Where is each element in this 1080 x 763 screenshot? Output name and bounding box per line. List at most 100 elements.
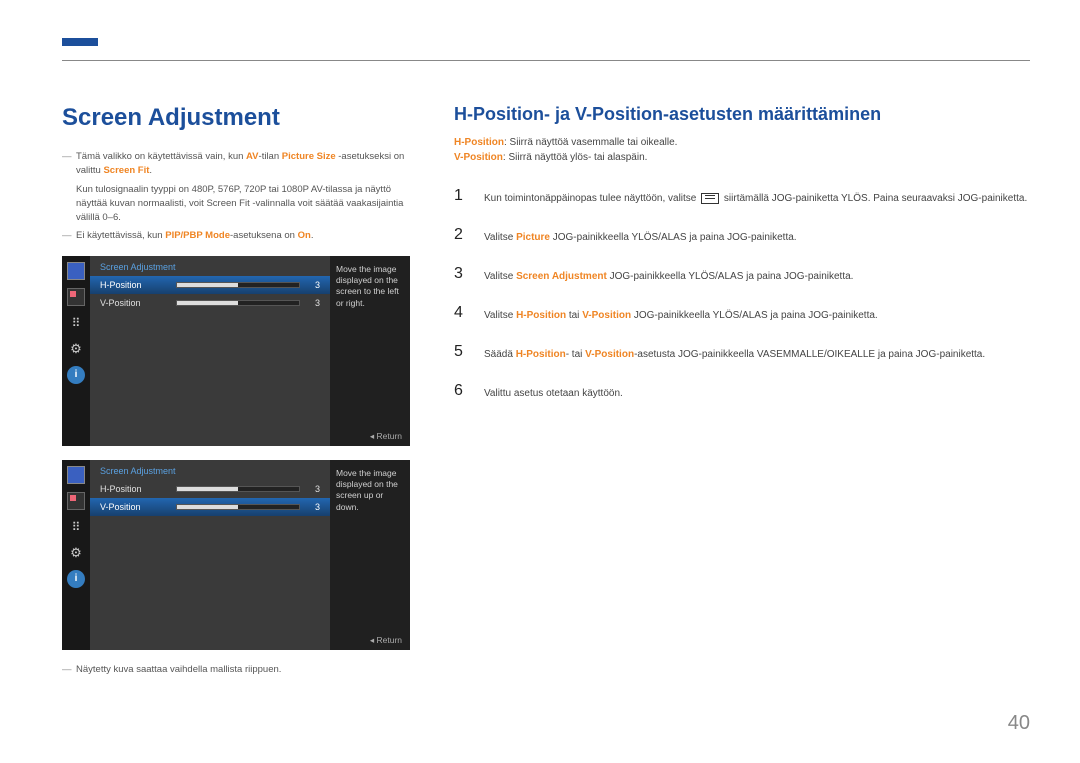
- step-row: 3 Valitse Screen Adjustment JOG-painikkee…: [454, 255, 1030, 294]
- t: Valitse: [484, 232, 516, 243]
- left-column: Screen Adjustment Tämä valikko on käytet…: [62, 104, 422, 675]
- t: -tilan: [259, 151, 282, 162]
- section-title-left: Screen Adjustment: [62, 104, 422, 132]
- step-text: Valitse Screen Adjustment JOG-painikkeel…: [484, 265, 853, 284]
- info-icon: i: [67, 366, 85, 384]
- menu-icon: [701, 193, 719, 204]
- monitor-icon: [67, 262, 85, 280]
- osd-screenshot-1: ⠿ ⚙ i Screen Adjustment H-Position 3 V-P…: [62, 256, 410, 446]
- t: Säädä: [484, 349, 516, 360]
- highlight: V-Position: [585, 349, 634, 360]
- step-number: 5: [454, 343, 470, 361]
- t: siirtämällä JOG-painiketta YLÖS. Paina s…: [721, 193, 1027, 204]
- slider-icon: [176, 504, 300, 510]
- t: : Siirrä näyttöä ylös- tai alaspäin.: [503, 152, 648, 163]
- t: .: [149, 165, 152, 176]
- page-number: 40: [1008, 712, 1030, 735]
- osd-main: Screen Adjustment H-Position 3 V-Positio…: [90, 460, 330, 650]
- t: Screen Fit: [206, 198, 249, 209]
- osd-label: V-Position: [100, 502, 170, 512]
- highlight: H-Position: [516, 349, 566, 360]
- section-title-right: H-Position- ja V-Position-asetusten määr…: [454, 104, 1030, 125]
- picture-icon: [67, 288, 85, 306]
- page-columns: Screen Adjustment Tämä valikko on käytet…: [62, 104, 1030, 675]
- slider-icon: [176, 300, 300, 306]
- osd-value: 3: [306, 280, 320, 290]
- slider-icon: [176, 486, 300, 492]
- highlight: V-Position: [582, 310, 631, 321]
- osd-sidebar: ⠿ ⚙ i: [62, 256, 90, 446]
- options-icon: ⠿: [67, 518, 85, 536]
- step-row: 6 Valittu asetus otetaan käyttöön.: [454, 372, 1030, 411]
- osd-screenshot-2: ⠿ ⚙ i Screen Adjustment H-Position 3 V-P…: [62, 460, 410, 650]
- t: Kun tulosignaalin tyyppi on 480P, 576P, …: [76, 184, 311, 195]
- step-text: Valittu asetus otetaan käyttöön.: [484, 382, 623, 401]
- osd-label: V-Position: [100, 298, 170, 308]
- note-1: Tämä valikko on käytettävissä vain, kun …: [62, 150, 422, 179]
- osd-value: 3: [306, 298, 320, 308]
- osd-main: Screen Adjustment H-Position 3 V-Positio…: [90, 256, 330, 446]
- step-text: Valitse Picture JOG-painikkeella YLÖS/AL…: [484, 226, 797, 245]
- definition-h: H-Position: Siirrä näyttöä vasemmalle ta…: [454, 137, 1030, 148]
- t: JOG-painikkeella YLÖS/ALAS ja paina JOG-…: [631, 310, 878, 321]
- step-number: 1: [454, 187, 470, 205]
- highlight: Screen Adjustment: [516, 271, 607, 282]
- t: -asetuksena on: [230, 230, 298, 241]
- t: PIP/PBP Mode: [165, 230, 230, 241]
- t: : Siirrä näyttöä vasemmalle tai oikealle…: [504, 137, 677, 148]
- image-caption: Näytetty kuva saattaa vaihdella mallista…: [62, 664, 422, 675]
- t: Tämä valikko on käytettävissä vain, kun: [76, 151, 246, 162]
- t: H-Position: [454, 137, 504, 148]
- t: Screen Fit: [103, 165, 149, 176]
- info-icon: i: [67, 570, 85, 588]
- osd-row-vposition: V-Position 3: [90, 294, 330, 312]
- t: JOG-painikkeella YLÖS/ALAS ja paina JOG-…: [550, 232, 797, 243]
- t: V-Position: [454, 152, 503, 163]
- step-text: Kun toimintonäppäinopas tulee näyttöön, …: [484, 187, 1027, 206]
- step-row: 1 Kun toimintonäppäinopas tulee näyttöön,…: [454, 177, 1030, 216]
- highlight: H-Position: [516, 310, 566, 321]
- t: - tai: [566, 349, 585, 360]
- t: Kun toimintonäppäinopas tulee näyttöön, …: [484, 193, 699, 204]
- t: On: [298, 230, 311, 241]
- header-rule: [62, 60, 1030, 61]
- step-number: 3: [454, 265, 470, 283]
- osd-title: Screen Adjustment: [90, 262, 330, 276]
- osd-tooltip: Move the image displayed on the screen t…: [330, 256, 410, 446]
- t: -asetusta JOG-painikkeella VASEMMALLE/OI…: [634, 349, 985, 360]
- options-icon: ⠿: [67, 314, 85, 332]
- header-accent: [62, 38, 98, 46]
- t: Valittu asetus otetaan käyttöön.: [484, 388, 623, 399]
- t: JOG-painikkeella YLÖS/ALAS ja paina JOG-…: [607, 271, 854, 282]
- step-number: 4: [454, 304, 470, 322]
- note-1-sub: Kun tulosignaalin tyyppi on 480P, 576P, …: [62, 183, 422, 226]
- step-row: 5 Säädä H-Position- tai V-Position-asetus…: [454, 333, 1030, 372]
- osd-sidebar: ⠿ ⚙ i: [62, 460, 90, 650]
- step-number: 2: [454, 226, 470, 244]
- step-number: 6: [454, 382, 470, 400]
- t: AV: [246, 151, 259, 162]
- osd-return: Return: [370, 431, 402, 442]
- osd-value: 3: [306, 484, 320, 494]
- steps-list: 1 Kun toimintonäppäinopas tulee näyttöön,…: [454, 177, 1030, 411]
- step-text: Valitse H-Position tai V-Position JOG-pa…: [484, 304, 878, 323]
- osd-tooltip: Move the image displayed on the screen u…: [330, 460, 410, 650]
- t: Valitse: [484, 310, 516, 321]
- osd-row-hposition: H-Position 3: [90, 276, 330, 294]
- monitor-icon: [67, 466, 85, 484]
- note-2: Ei käytettävissä, kun PIP/PBP Mode-asetu…: [62, 229, 422, 243]
- osd-row-vposition: V-Position 3: [90, 498, 330, 516]
- t: .: [311, 230, 314, 241]
- step-row: 4 Valitse H-Position tai V-Position JOG-p…: [454, 294, 1030, 333]
- t: Ei käytettävissä, kun: [76, 230, 165, 241]
- t: tai: [566, 310, 582, 321]
- t: Picture Size: [282, 151, 336, 162]
- osd-value: 3: [306, 502, 320, 512]
- slider-icon: [176, 282, 300, 288]
- gear-icon: ⚙: [67, 340, 85, 358]
- osd-return: Return: [370, 635, 402, 646]
- step-row: 2 Valitse Picture JOG-painikkeella YLÖS/A…: [454, 216, 1030, 255]
- step-text: Säädä H-Position- tai V-Position-asetust…: [484, 343, 985, 362]
- osd-title: Screen Adjustment: [90, 466, 330, 480]
- t: AV: [311, 184, 322, 195]
